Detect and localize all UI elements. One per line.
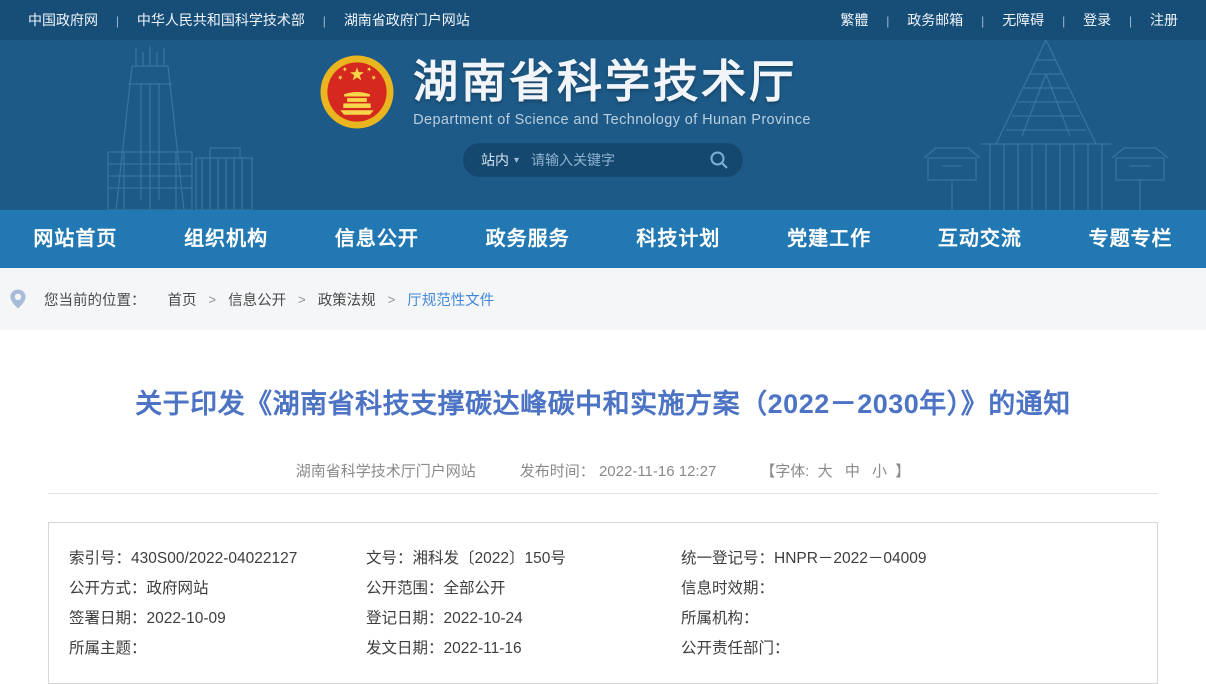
link-most[interactable]: 中华人民共和国科学技术部 [137, 12, 305, 28]
separator: | [1062, 14, 1065, 28]
separator: | [886, 14, 889, 28]
publish-time-label: 发布时间： [520, 463, 595, 480]
nav-item-interaction[interactable]: 互动交流 [905, 210, 1056, 268]
site-title-english: Department of Science and Technology of … [413, 112, 811, 128]
search-scope-dropdown[interactable]: 站内 ▾ [481, 150, 519, 170]
link-china-gov[interactable]: 中国政府网 [28, 12, 98, 28]
topbar-right-links: 繁體 | 政务邮箱 | 无障碍 | 登录 | 注册 [840, 10, 1178, 30]
search-button[interactable] [709, 150, 729, 170]
site-title: 湖南省科学技术厅 [413, 56, 811, 108]
site-search: 站内 ▾ [463, 143, 743, 177]
meta-issue-date: 发文日期：2022-11-16 [366, 639, 681, 659]
breadcrumb-prefix: 您当前的位置： [44, 289, 146, 310]
nav-item-party-building[interactable]: 党建工作 [754, 210, 905, 268]
link-login[interactable]: 登录 [1083, 12, 1111, 28]
breadcrumb-item-policies[interactable]: 政策法规 [318, 289, 376, 310]
link-accessibility[interactable]: 无障碍 [1002, 12, 1044, 28]
article-source: 湖南省科学技术厅门户网站 [296, 462, 476, 481]
document-meta-table: 索引号：430S00/2022-04022127 文号：湘科发〔2022〕150… [48, 522, 1158, 684]
breadcrumb-separator: > [388, 292, 396, 307]
meta-disclosure-scope: 公开范围：全部公开 [366, 579, 681, 599]
article-title: 关于印发《湖南省科技支撑碳达峰碳中和实施方案（2022－2030年）》的通知 [48, 384, 1158, 424]
meta-unified-reg-number: 统一登记号：HNPR－2022－04009 [681, 549, 1137, 569]
breadcrumb-item-current[interactable]: 厅规范性文件 [407, 289, 494, 310]
divider [48, 493, 1158, 494]
nav-item-organization[interactable]: 组织机构 [151, 210, 302, 268]
nav-item-home[interactable]: 网站首页 [0, 210, 151, 268]
topbar: 中国政府网 | 中华人民共和国科学技术部 | 湖南省政府门户网站 繁體 | 政务… [0, 0, 1206, 40]
font-size-close: 】 [895, 463, 910, 480]
font-size-controls: 【字体: 大 中 小 】 [760, 462, 910, 481]
chevron-down-icon: ▾ [514, 155, 519, 166]
separator: | [981, 14, 984, 28]
site-brand: 湖南省科学技术厅 Department of Science and Techn… [0, 40, 1168, 130]
breadcrumb-separator: > [209, 292, 217, 307]
meta-responsible-dept: 公开责任部门： [681, 639, 1137, 659]
meta-disclosure-method: 公开方式：政府网站 [69, 579, 366, 599]
breadcrumb-item-info-disclosure[interactable]: 信息公开 [228, 289, 286, 310]
meta-topic: 所属主题： [69, 639, 366, 659]
location-pin-icon [8, 288, 28, 310]
breadcrumb-item-home[interactable]: 首页 [168, 289, 197, 310]
font-size-small[interactable]: 小 [872, 463, 887, 480]
font-size-large[interactable]: 大 [818, 463, 833, 480]
link-traditional-chinese[interactable]: 繁體 [840, 12, 868, 28]
link-register[interactable]: 注册 [1150, 12, 1178, 28]
nav-item-sci-tech-programs[interactable]: 科技计划 [603, 210, 754, 268]
search-icon [709, 150, 729, 170]
link-hunan-gov[interactable]: 湖南省政府门户网站 [344, 12, 470, 28]
breadcrumb-separator: > [298, 292, 306, 307]
meta-index-number: 索引号：430S00/2022-04022127 [69, 549, 366, 569]
font-size-medium[interactable]: 中 [845, 463, 860, 480]
link-gov-mail[interactable]: 政务邮箱 [907, 12, 963, 28]
separator: | [323, 14, 326, 28]
publish-time: 发布时间： 2022-11-16 12:27 [520, 462, 717, 481]
meta-signing-date: 签署日期：2022-10-09 [69, 609, 366, 629]
nav-item-gov-services[interactable]: 政务服务 [452, 210, 603, 268]
main-nav: 网站首页 组织机构 信息公开 政务服务 科技计划 党建工作 互动交流 专题专栏 [0, 210, 1206, 268]
separator: | [116, 14, 119, 28]
article-content: 关于印发《湖南省科技支撑碳达峰碳中和实施方案（2022－2030年）》的通知 湖… [0, 330, 1206, 684]
topbar-left-links: 中国政府网 | 中华人民共和国科学技术部 | 湖南省政府门户网站 [28, 10, 470, 30]
nav-item-special-topics[interactable]: 专题专栏 [1055, 210, 1206, 268]
site-header: 湖南省科学技术厅 Department of Science and Techn… [0, 40, 1206, 210]
meta-validity-period: 信息时效期： [681, 579, 1137, 599]
breadcrumb: 您当前的位置： 首页 > 信息公开 > 政策法规 > 厅规范性文件 [0, 268, 1206, 330]
national-emblem-logo [319, 54, 395, 130]
meta-registration-date: 登记日期：2022-10-24 [366, 609, 681, 629]
meta-affiliated-org: 所属机构： [681, 609, 1137, 629]
separator: | [1129, 14, 1132, 28]
search-input[interactable] [531, 152, 709, 168]
publish-time-value: 2022-11-16 12:27 [599, 463, 716, 480]
font-size-open: 【字体: [760, 463, 809, 480]
article-meta: 湖南省科学技术厅门户网站 发布时间： 2022-11-16 12:27 【字体:… [48, 462, 1158, 481]
search-scope-label: 站内 [481, 150, 509, 170]
brand-text: 湖南省科学技术厅 Department of Science and Techn… [413, 56, 811, 128]
nav-item-info-disclosure[interactable]: 信息公开 [302, 210, 453, 268]
meta-doc-number: 文号：湘科发〔2022〕150号 [366, 549, 681, 569]
